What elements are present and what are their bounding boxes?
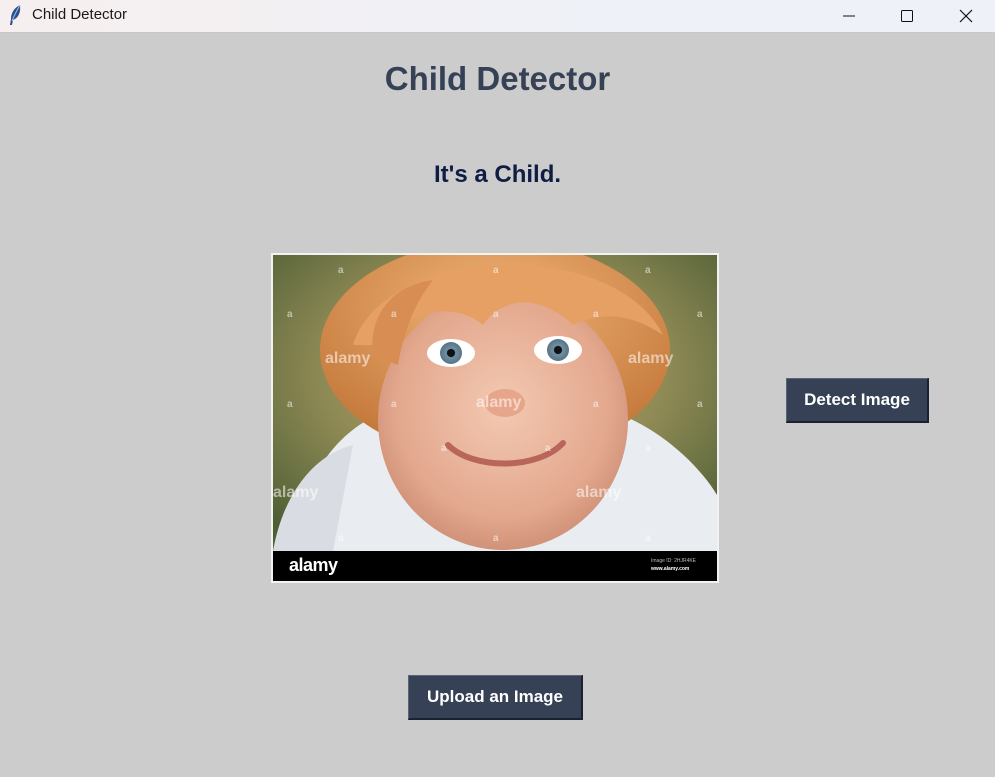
app-window: Child Detector Child Detector It's a Chi… <box>0 0 995 777</box>
close-button[interactable] <box>937 0 995 32</box>
svg-text:a: a <box>287 399 293 410</box>
image-url-text: www.alamy.com <box>651 566 690 572</box>
svg-text:a: a <box>545 443 551 454</box>
upload-image-button[interactable]: Upload an Image <box>408 675 583 720</box>
title-bar[interactable]: Child Detector <box>0 0 995 33</box>
svg-text:a: a <box>593 399 599 410</box>
minimize-icon <box>843 10 855 22</box>
svg-text:a: a <box>493 265 499 276</box>
svg-text:a: a <box>338 533 344 544</box>
svg-text:a: a <box>697 309 703 320</box>
svg-text:a: a <box>697 399 703 410</box>
close-icon <box>959 9 973 23</box>
svg-text:a: a <box>441 443 447 454</box>
svg-text:a: a <box>391 309 397 320</box>
window-title: Child Detector <box>32 6 128 23</box>
maximize-button[interactable] <box>878 0 936 32</box>
svg-text:a: a <box>493 309 499 320</box>
alamy-logo: alamy <box>289 555 338 575</box>
svg-text:a: a <box>645 265 651 276</box>
uploaded-image: alamy alamy alamy alamy alamy a a a a a … <box>271 253 719 583</box>
svg-text:a: a <box>287 309 293 320</box>
maximize-icon <box>901 10 913 22</box>
svg-text:alamy: alamy <box>628 350 673 367</box>
svg-text:a: a <box>338 265 344 276</box>
svg-text:alamy: alamy <box>325 350 370 367</box>
app-heading: Child Detector <box>384 60 611 97</box>
image-id-text: Image ID: 2HJR4KE <box>651 558 697 564</box>
svg-text:alamy: alamy <box>273 484 318 501</box>
svg-text:alamy: alamy <box>576 484 621 501</box>
svg-text:a: a <box>645 533 651 544</box>
svg-text:a: a <box>645 443 651 454</box>
svg-text:alamy: alamy <box>476 394 521 411</box>
minimize-button[interactable] <box>820 0 878 32</box>
feather-icon <box>8 4 24 26</box>
svg-text:a: a <box>493 533 499 544</box>
detection-result-label: It's a Child. <box>433 161 562 188</box>
detect-image-button[interactable]: Detect Image <box>786 378 929 423</box>
svg-text:a: a <box>391 399 397 410</box>
svg-text:a: a <box>593 309 599 320</box>
